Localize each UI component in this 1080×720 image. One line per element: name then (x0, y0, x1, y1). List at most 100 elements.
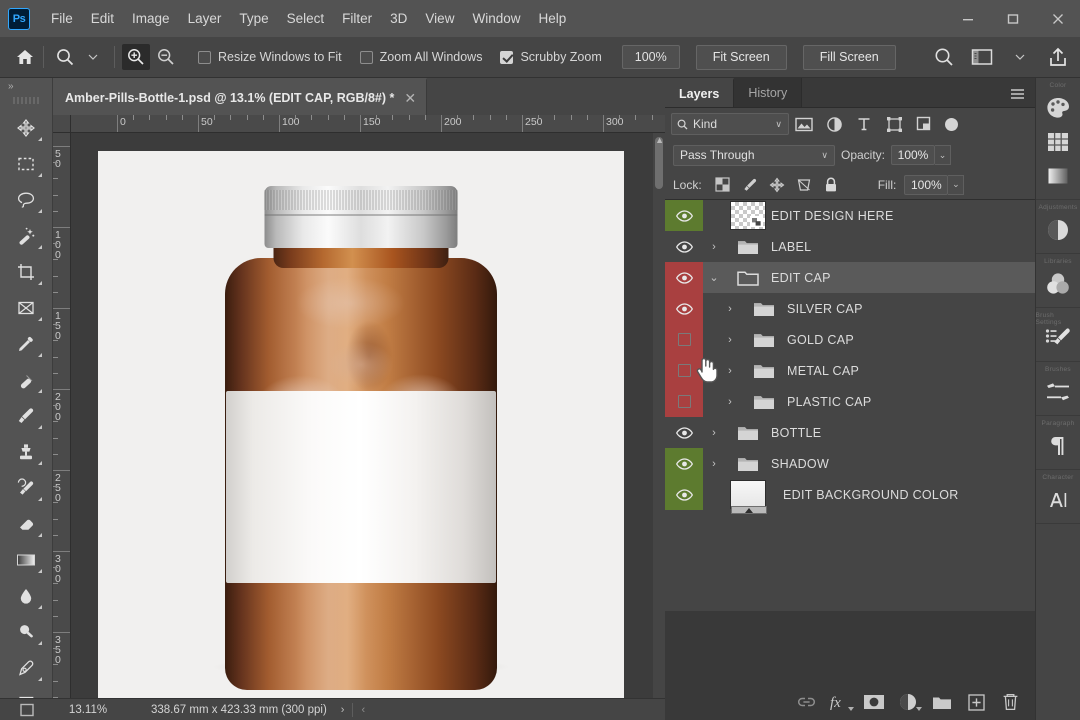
status-expand-arrow[interactable]: › (341, 704, 345, 716)
magic-wand-tool[interactable] (6, 218, 46, 254)
checkbox-zoom-all-windows[interactable]: Zoom All Windows (359, 50, 482, 64)
layer-style-button[interactable]: fx (823, 692, 857, 718)
checkbox-resize-windows-to-fit[interactable]: Resize Windows to Fit (198, 50, 342, 64)
character-panel-icon[interactable] (1041, 483, 1075, 517)
layer-expand-arrow[interactable]: › (719, 334, 741, 346)
pixel-layers-filter-icon[interactable] (789, 112, 819, 136)
layer-visibility-toggle[interactable] (665, 386, 703, 417)
menu-item-help[interactable]: Help (529, 7, 575, 30)
zoom-in-button[interactable] (122, 44, 150, 70)
zoom-level-field[interactable]: 100% (621, 45, 680, 69)
libraries-panel-icon[interactable] (1041, 267, 1075, 301)
close-button[interactable] (1035, 0, 1080, 37)
close-icon[interactable]: ✕ (404, 91, 416, 105)
swatches-panel-icon[interactable] (1041, 125, 1075, 159)
healing-brush-tool[interactable] (6, 362, 46, 398)
menu-item-file[interactable]: File (42, 7, 82, 30)
menu-item-view[interactable]: View (416, 7, 463, 30)
frame-tool[interactable] (6, 290, 46, 326)
crop-tool[interactable] (6, 254, 46, 290)
brush-tool[interactable] (6, 398, 46, 434)
quick-mask-button[interactable] (0, 703, 53, 717)
blend-mode-select[interactable]: Pass Through ∨ (673, 144, 835, 166)
layer-mask-button[interactable] (857, 692, 891, 718)
chevron-down-icon[interactable] (1006, 44, 1034, 70)
layer-visibility-toggle[interactable] (665, 293, 703, 324)
layer-expand-arrow[interactable]: › (703, 458, 725, 470)
layer-visibility-toggle[interactable] (665, 262, 703, 293)
layer-row-shadow[interactable]: › SHADOW (665, 448, 1035, 479)
canvas-viewport[interactable] (71, 133, 653, 708)
brush-settings-panel-icon[interactable] (1041, 321, 1075, 355)
gradients-panel-icon[interactable] (1041, 159, 1075, 193)
history-brush-tool[interactable] (6, 470, 46, 506)
canvas-vertical-scrollbar[interactable]: ▲ ▼ (653, 133, 665, 708)
eye-off-box[interactable] (677, 364, 691, 377)
eraser-tool[interactable] (6, 506, 46, 542)
maximize-button[interactable] (990, 0, 1035, 37)
button-fit-screen[interactable]: Fit Screen (695, 44, 787, 70)
link-layers-button[interactable] (789, 692, 823, 718)
fill-field[interactable]: 100% (904, 174, 949, 195)
brushes-panel-icon[interactable] (1041, 375, 1075, 409)
layer-expand-arrow[interactable]: › (703, 427, 725, 439)
layer-row-silver-cap[interactable]: › SILVER CAP (665, 293, 1035, 324)
menu-item-window[interactable]: Window (463, 7, 529, 30)
layer-visibility-toggle[interactable] (665, 448, 703, 479)
checkbox-box[interactable] (359, 50, 373, 64)
layer-visibility-toggle[interactable] (665, 324, 703, 355)
layer-expand-arrow[interactable]: › (719, 365, 741, 377)
status-back-arrow[interactable]: ‹ (361, 704, 365, 716)
opacity-stepper[interactable]: ⌄ (935, 145, 952, 165)
tools-panel-collapse[interactable]: » (0, 78, 52, 94)
adjustments-panel-icon[interactable] (1041, 213, 1075, 247)
chevron-down-icon[interactable] (848, 698, 854, 716)
type-layers-filter-icon[interactable] (849, 112, 879, 136)
artboard[interactable] (98, 151, 624, 708)
search-icon[interactable] (930, 44, 958, 70)
lock-all-icon[interactable] (819, 174, 843, 196)
checkbox-scrubby-zoom[interactable]: Scrubby Zoom (500, 50, 602, 64)
layer-filter-kind-select[interactable]: Kind ∨ (671, 113, 789, 135)
horizontal-ruler[interactable]: 0 50 100 150 200 250 300 (71, 115, 665, 133)
chevron-down-icon[interactable] (916, 698, 922, 716)
layer-row-gold-cap[interactable]: › GOLD CAP (665, 324, 1035, 355)
layer-row-bottle[interactable]: › BOTTLE (665, 417, 1035, 448)
share-icon[interactable] (1044, 44, 1072, 70)
button-fill-screen[interactable]: Fill Screen (802, 44, 896, 70)
vertical-ruler[interactable]: 50 100 150 200 250 300 350 (53, 133, 71, 720)
layer-expand-arrow[interactable]: › (719, 396, 741, 408)
layer-row-label[interactable]: › LABEL (665, 231, 1035, 262)
filter-toggle-switch[interactable] (945, 117, 958, 131)
eye-off-box[interactable] (677, 333, 691, 346)
minimize-button[interactable] (945, 0, 990, 37)
zoom-percent-field[interactable]: 13.11% (53, 704, 123, 716)
panel-menu-icon[interactable] (1010, 87, 1025, 105)
layer-expand-arrow[interactable]: › (703, 241, 725, 253)
layer-visibility-toggle[interactable] (665, 355, 703, 386)
layer-row-edit-cap[interactable]: ⌄ EDIT CAP (665, 262, 1035, 293)
menu-item-type[interactable]: Type (230, 7, 277, 30)
layer-visibility-toggle[interactable] (665, 231, 703, 262)
rectangular-marquee-tool[interactable] (6, 146, 46, 182)
menu-item-edit[interactable]: Edit (82, 7, 123, 30)
layer-row-metal-cap[interactable]: › METAL CAP (665, 355, 1035, 386)
layer-visibility-toggle[interactable] (665, 479, 703, 510)
eyedropper-tool[interactable] (6, 326, 46, 362)
pen-tool[interactable] (6, 650, 46, 686)
layer-expand-arrow[interactable]: › (719, 303, 741, 315)
new-layer-button[interactable] (959, 692, 993, 718)
layers-list[interactable]: EDIT DESIGN HERE › LABEL ⌄ EDIT CAP › SILVER C… (665, 200, 1035, 611)
scroll-up-arrow[interactable]: ▲ (655, 135, 664, 145)
menu-item-3d[interactable]: 3D (381, 7, 416, 30)
shape-layers-filter-icon[interactable] (879, 112, 909, 136)
layer-visibility-toggle[interactable] (665, 417, 703, 448)
document-tab[interactable]: Amber-Pills-Bottle-1.psd @ 13.1% (EDIT C… (53, 78, 428, 115)
lock-position-icon[interactable] (765, 174, 789, 196)
eye-off-box[interactable] (677, 395, 691, 408)
menu-item-layer[interactable]: Layer (179, 7, 231, 30)
zoom-tool-icon[interactable] (51, 44, 79, 70)
tab-layers[interactable]: Layers (665, 78, 735, 107)
lasso-tool[interactable] (6, 182, 46, 218)
menu-item-image[interactable]: Image (123, 7, 179, 30)
